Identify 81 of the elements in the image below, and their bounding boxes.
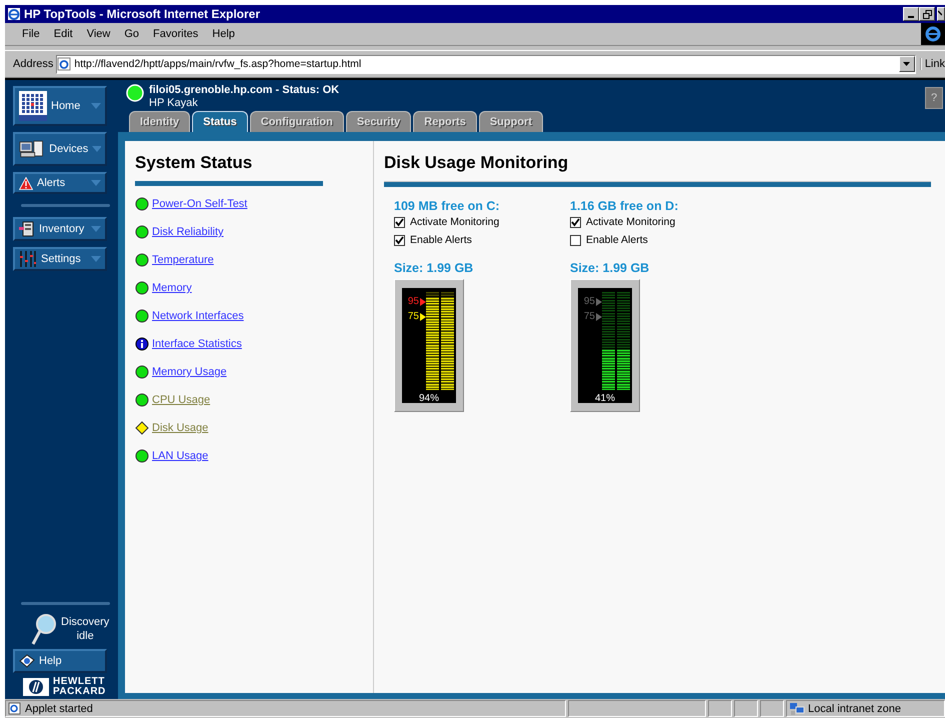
- status-link[interactable]: Interface Statistics: [152, 338, 242, 350]
- computers-icon: [19, 139, 46, 159]
- network-icon: [789, 702, 805, 716]
- status-link[interactable]: Temperature: [152, 254, 214, 266]
- links-label[interactable]: Link: [920, 58, 945, 70]
- checkbox-label: Enable Alerts: [410, 234, 472, 246]
- menu-item[interactable]: View: [80, 28, 118, 40]
- caret-icon: [92, 146, 101, 152]
- status-text: Applet started: [5, 700, 566, 717]
- disk-size-label: Size: 1.99 GB: [394, 261, 474, 275]
- status-link[interactable]: Memory Usage: [152, 366, 227, 378]
- sidebar-button[interactable]: Settings: [13, 247, 107, 271]
- minimize-button[interactable]: [903, 7, 919, 21]
- sliders-icon: [19, 251, 37, 267]
- threshold-value: 75: [584, 311, 595, 322]
- caret-icon: [91, 180, 101, 186]
- sidebar-button[interactable]: Home: [13, 86, 107, 126]
- caret-icon: [91, 103, 101, 109]
- usage-percent: 94%: [418, 393, 439, 404]
- threshold-value: 75: [408, 311, 419, 322]
- sidebar-button[interactable]: Inventory: [13, 217, 107, 241]
- status-link[interactable]: Disk Usage: [152, 422, 208, 434]
- logo-text: PACKARD: [53, 687, 106, 697]
- browser-logo: [921, 23, 945, 45]
- window-title: HP TopTools - Microsoft Internet Explorer: [24, 7, 260, 21]
- sidebar-button[interactable]: Devices: [13, 132, 107, 166]
- discovery-status: Discovery: [61, 615, 110, 629]
- page-icon: [57, 57, 72, 71]
- help-button[interactable]: Help: [13, 649, 107, 673]
- checkbox[interactable]: [394, 234, 405, 246]
- close-icon: [938, 10, 942, 18]
- address-field[interactable]: http://flavend2/hptt/apps/main/rvfw_fs.asp?home=startup.html: [56, 54, 916, 74]
- checkbox-label: Activate Monitoring: [586, 216, 676, 228]
- page-icon: [8, 702, 22, 715]
- magnifier-icon: [31, 613, 57, 645]
- checkbox[interactable]: [570, 234, 581, 246]
- status-pane: [760, 700, 784, 717]
- menu-item[interactable]: Edit: [46, 28, 80, 40]
- free-space-label: 1.16 GB free on D:: [570, 199, 680, 213]
- menu-item[interactable]: Favorites: [146, 28, 206, 40]
- checkbox[interactable]: [570, 216, 581, 228]
- section-title: System Status: [135, 153, 254, 173]
- tab[interactable]: Status: [192, 111, 248, 132]
- caret-icon: [91, 256, 101, 262]
- restore-button[interactable]: [919, 7, 935, 21]
- status-dot-icon: [126, 84, 144, 102]
- warning-icon: [19, 176, 33, 190]
- status-link[interactable]: Power-On Self-Test: [152, 198, 248, 210]
- checkbox-label: Enable Alerts: [586, 234, 648, 246]
- status-link[interactable]: LAN Usage: [152, 450, 208, 462]
- checkbox[interactable]: [394, 216, 405, 228]
- cabinet-icon: [19, 221, 35, 237]
- menu-item[interactable]: Go: [117, 28, 146, 40]
- sidebar-button[interactable]: Alerts: [13, 172, 107, 194]
- discovery-status: idle: [76, 629, 94, 643]
- restore-icon: [922, 10, 932, 18]
- menu-item[interactable]: Help: [205, 28, 242, 40]
- threshold-value: 95: [408, 296, 419, 307]
- usage-percent: 41%: [594, 393, 615, 404]
- free-space-label: 109 MB free on C:: [394, 199, 501, 213]
- grid-icon: [19, 91, 47, 121]
- model-name: HP Kayak: [149, 97, 199, 110]
- security-zone: Local intranet zone: [786, 700, 945, 717]
- browser-icon: [7, 7, 21, 21]
- hp-logo-icon: [23, 678, 49, 696]
- section-title: Disk Usage Monitoring: [384, 153, 570, 173]
- menu-item[interactable]: File: [15, 28, 47, 40]
- status-pane: [734, 700, 758, 717]
- close-button[interactable]: [937, 7, 945, 21]
- status-link[interactable]: Disk Reliability: [152, 226, 224, 238]
- status-link[interactable]: CPU Usage: [152, 394, 210, 406]
- status-link[interactable]: Network Interfaces: [152, 310, 244, 322]
- status-pane: [708, 700, 732, 717]
- threshold-value: 95: [584, 296, 595, 307]
- disk-size-label: Size: 1.99 GB: [570, 261, 650, 275]
- status-link[interactable]: Memory: [152, 282, 192, 294]
- address-label: Address: [13, 58, 54, 70]
- host-status: filoi05.grenoble.hp.com - Status: OK: [149, 84, 340, 97]
- logo-text: HEWLETT: [53, 677, 106, 687]
- checkbox-label: Activate Monitoring: [410, 216, 500, 228]
- caret-icon: [91, 226, 101, 232]
